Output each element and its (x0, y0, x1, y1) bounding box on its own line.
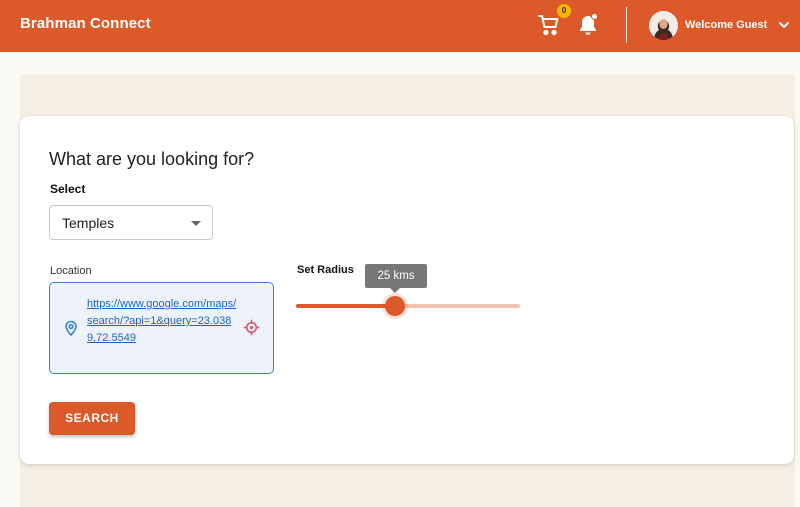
select-label: Select (50, 182, 86, 196)
select-value: Temples (62, 215, 115, 231)
radius-tooltip: 25 kms (365, 264, 427, 288)
location-link[interactable]: https://www.google.com/maps/search/?api=… (87, 296, 237, 347)
map-pin-icon (65, 320, 77, 336)
search-card: What are you looking for? Select Temples… (20, 116, 794, 464)
cart-icon[interactable] (537, 13, 561, 37)
bell-icon[interactable] (577, 13, 599, 37)
cart-count-badge: 0 (557, 4, 571, 18)
user-greeting[interactable]: Welcome Guest (685, 19, 767, 31)
caret-down-icon (191, 221, 201, 226)
category-select[interactable]: Temples (49, 205, 213, 240)
tooltip-arrow (390, 288, 400, 293)
chevron-down-icon[interactable] (777, 18, 791, 32)
radius-slider-thumb[interactable] (384, 296, 405, 316)
page-title: What are you looking for? (49, 149, 255, 169)
radius-label: Set Radius (297, 264, 354, 276)
location-field[interactable]: https://www.google.com/maps/search/?api=… (49, 282, 274, 374)
top-navbar: Brahman Connect 0 Welcome Guest (0, 0, 800, 52)
radius-slider-track[interactable] (296, 304, 520, 308)
brand-title[interactable]: Brahman Connect (20, 15, 151, 32)
search-button[interactable]: SEARCH (49, 402, 135, 435)
location-label: Location (50, 265, 92, 277)
avatar[interactable] (649, 11, 678, 40)
locate-me-icon[interactable] (243, 319, 260, 336)
radius-slider-fill (296, 304, 395, 308)
navbar-divider (626, 7, 627, 43)
